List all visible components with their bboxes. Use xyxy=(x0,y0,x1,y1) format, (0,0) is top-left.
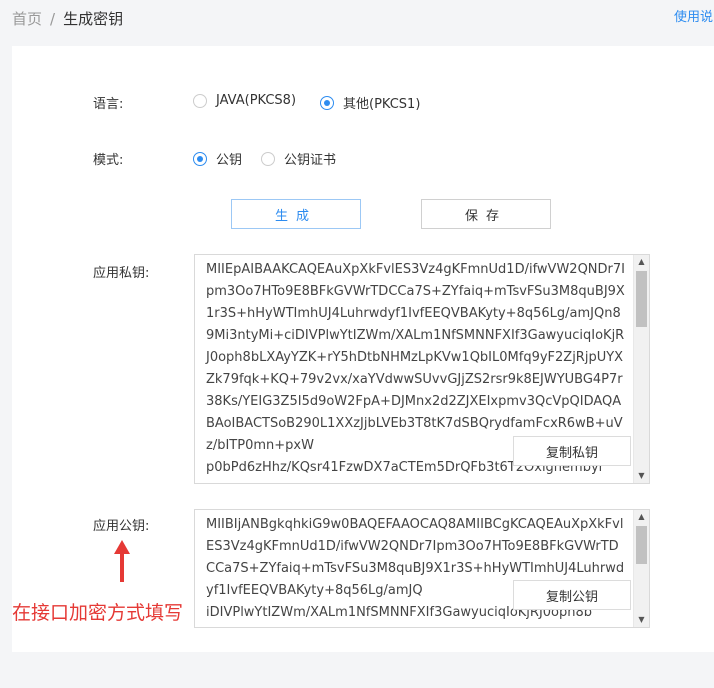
help-link[interactable]: 使用说明 xyxy=(674,6,714,25)
radio-other-pkcs1[interactable]: 其他(PKCS1) xyxy=(320,93,420,112)
generate-button[interactable]: 生成 xyxy=(231,199,361,229)
radio-public-key-cert-label: 公钥证书 xyxy=(284,153,337,168)
copy-private-key-button[interactable]: 复制私钥 xyxy=(513,436,631,466)
radio-public-key-cert[interactable]: 公钥证书 xyxy=(261,149,336,168)
public-key-label: 应用公钥: xyxy=(93,519,150,534)
radio-public-key[interactable]: 公钥 xyxy=(193,149,242,168)
scrollbar-thumb[interactable] xyxy=(636,526,647,564)
triangle-down-icon[interactable]: ▼ xyxy=(634,613,649,627)
radio-java-pkcs8-label: JAVA(PKCS8) xyxy=(216,93,297,108)
radio-unchecked-icon xyxy=(193,93,207,108)
radio-checked-icon xyxy=(320,95,334,110)
radio-public-key-label: 公钥 xyxy=(216,153,243,168)
copy-public-key-button[interactable]: 复制公钥 xyxy=(513,580,631,610)
mode-label: 模式: xyxy=(93,153,124,168)
public-key-scrollbar[interactable]: ▲ ▼ xyxy=(633,510,649,627)
public-key-textarea[interactable]: MIIBIjANBgkqhkiG9w0BAQEFAAOCAQ8AMIIBCgKC… xyxy=(194,509,650,628)
triangle-down-icon[interactable]: ▼ xyxy=(634,469,649,483)
save-button[interactable]: 保存 xyxy=(421,199,551,229)
top-bar: 首页 / 生成密钥 使用说明 xyxy=(0,0,714,40)
private-key-text: MIIEpAIBAAKCAQEAuXpXkFvlES3Vz4gKFmnUd1D/… xyxy=(206,262,625,453)
private-key-scrollbar[interactable]: ▲ ▼ xyxy=(633,255,649,483)
up-arrow-icon xyxy=(114,540,130,582)
private-key-label: 应用私钥: xyxy=(93,266,150,281)
scrollbar-thumb[interactable] xyxy=(636,271,647,327)
triangle-up-icon[interactable]: ▲ xyxy=(634,255,649,269)
page-title: 生成密钥 xyxy=(63,10,124,28)
language-label: 语言: xyxy=(93,97,124,112)
annotation-text: 在接口加密方式填写 xyxy=(12,602,184,624)
breadcrumb-home[interactable]: 首页 xyxy=(12,10,42,28)
radio-unchecked-icon xyxy=(261,151,275,166)
breadcrumb: 首页 / 生成密钥 xyxy=(12,8,123,29)
breadcrumb-separator: / xyxy=(50,10,56,28)
triangle-up-icon[interactable]: ▲ xyxy=(634,510,649,524)
radio-checked-icon xyxy=(193,151,207,166)
radio-other-pkcs1-label: 其他(PKCS1) xyxy=(343,97,421,112)
radio-java-pkcs8[interactable]: JAVA(PKCS8) xyxy=(193,93,296,108)
